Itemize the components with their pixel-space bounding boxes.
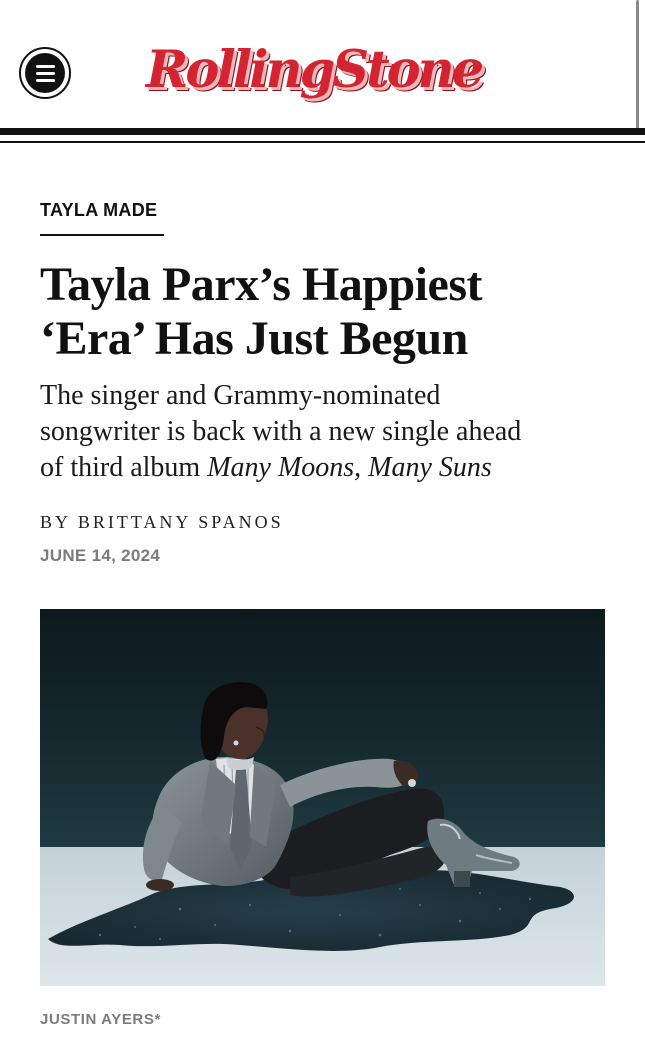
site-header: RollingStone [0, 0, 645, 146]
publish-date: JUNE 14, 2024 [40, 546, 161, 565]
dek-line-3: of third album Many Moons, Many Suns [40, 450, 620, 486]
header-divider-thick [0, 128, 645, 135]
kicker-underline [40, 234, 164, 236]
author-link[interactable]: BRITTANY SPANOS [78, 512, 284, 532]
menu-button[interactable] [19, 47, 71, 99]
article-byline: BY BRITTANY SPANOS [40, 510, 284, 534]
hamburger-menu-icon [25, 53, 65, 93]
article-dek: The singer and Grammy-nominated songwrit… [40, 378, 620, 486]
article-kicker[interactable]: TAYLA MADE [40, 198, 157, 222]
site-logo[interactable]: RollingStone [146, 30, 502, 110]
header-divider-thin [0, 141, 645, 143]
dek-line-3-prefix: of third album [40, 452, 208, 483]
scrollbar[interactable] [636, 0, 639, 134]
headline-line-1: Tayla Parx’s Happiest [40, 258, 482, 311]
hero-image[interactable] [40, 609, 605, 986]
article-headline: Tayla Parx’s Happiest ‘Era’ Has Just Beg… [40, 258, 620, 366]
photo-credit: JUSTIN AYERS* [40, 1011, 161, 1028]
logo-wordmark: RollingStone [146, 40, 484, 100]
headline-line-2: ‘Era’ Has Just Begun [40, 312, 468, 365]
byline-prefix: BY [40, 512, 78, 532]
hero-photo-illustration [40, 609, 605, 986]
dek-line-2: songwriter is back with a new single ahe… [40, 416, 522, 447]
album-title: Many Moons, Many Suns [207, 452, 492, 483]
dek-line-1: The singer and Grammy-nominated [40, 380, 441, 411]
